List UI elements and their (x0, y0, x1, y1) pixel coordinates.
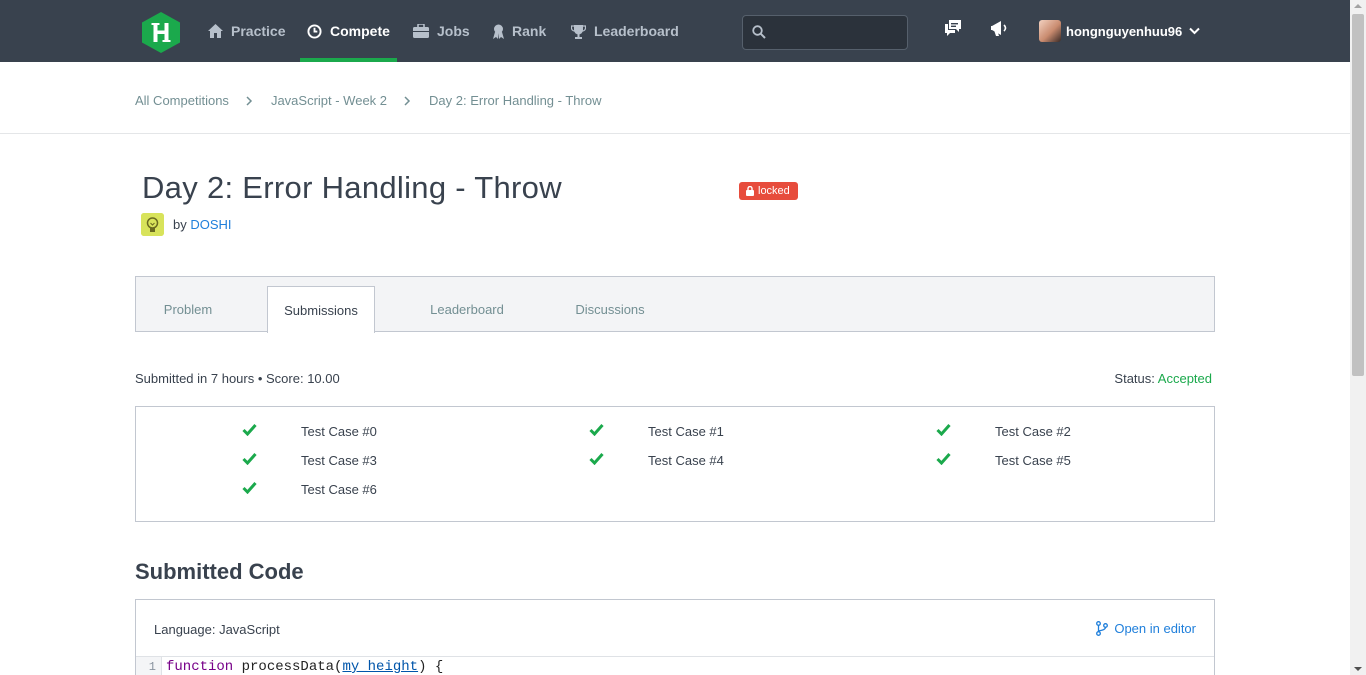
breadcrumb-bar: All Competitions JavaScript - Week 2 Day… (0, 62, 1350, 134)
locked-badge: locked (739, 182, 798, 200)
code-header: Language: JavaScript Open in editor (136, 600, 1214, 657)
challenge-tabs: Problem Submissions Leaderboard Discussi… (135, 276, 1215, 333)
nav-rank[interactable]: Rank (493, 0, 546, 62)
scrollbar-thumb[interactable] (1352, 14, 1364, 376)
chevron-right-icon (404, 95, 411, 106)
nav-jobs-label: Jobs (437, 23, 470, 39)
test-case-label: Test Case #6 (301, 482, 377, 497)
test-case-label: Test Case #4 (648, 453, 724, 468)
code-param: my_height (342, 659, 419, 675)
clock-icon (307, 23, 322, 39)
code-language: Language: JavaScript (154, 622, 280, 637)
test-case-label: Test Case #2 (995, 424, 1071, 439)
notifications-button[interactable] (991, 20, 1009, 42)
breadcrumb-challenge[interactable]: Day 2: Error Handling - Throw (429, 93, 601, 108)
search-icon (752, 25, 766, 39)
check-icon (242, 453, 257, 465)
hackerrank-logo[interactable] (142, 12, 180, 53)
briefcase-icon (413, 24, 429, 38)
chevron-down-icon (1189, 27, 1200, 35)
tab-leaderboard[interactable]: Leaderboard (408, 286, 526, 332)
chevron-right-icon (246, 95, 252, 106)
check-icon (242, 424, 257, 436)
scrollbar[interactable] (1350, 0, 1366, 675)
breadcrumb: All Competitions JavaScript - Week 2 Day… (135, 93, 601, 108)
code-line[interactable]: 1 function processData(my_height) { (136, 657, 1214, 675)
search-box[interactable] (742, 15, 908, 50)
home-icon (208, 24, 223, 38)
submission-status: Status: Accepted (1114, 371, 1212, 386)
nav-compete-label: Compete (330, 23, 390, 39)
user-menu[interactable]: hongnguyenhuu96 (1039, 19, 1200, 43)
search-input[interactable] (773, 22, 901, 44)
author-line: by DOSHI (173, 217, 232, 232)
messages-button[interactable] (944, 20, 962, 42)
scroll-down-arrow[interactable] (1354, 667, 1362, 671)
test-case-label: Test Case #0 (301, 424, 377, 439)
nav-practice-label: Practice (231, 23, 286, 39)
branch-icon (1096, 621, 1109, 636)
test-case-label: Test Case #5 (995, 453, 1071, 468)
check-icon (589, 424, 604, 436)
code-text: function processData(my_height) { (166, 659, 443, 675)
check-icon (242, 482, 257, 494)
nav-rank-label: Rank (512, 23, 547, 39)
test-case-label: Test Case #1 (648, 424, 724, 439)
ribbon-icon (493, 24, 504, 39)
line-number: 1 (136, 657, 162, 675)
page-title: Day 2: Error Handling - Throw (142, 170, 562, 205)
breadcrumb-contest[interactable]: JavaScript - Week 2 (271, 93, 387, 108)
avatar (1039, 20, 1061, 42)
locked-badge-label: locked (758, 185, 790, 197)
code-panel: Language: JavaScript Open in editor 1 fu… (135, 599, 1215, 675)
check-icon (936, 453, 951, 465)
lock-icon (746, 186, 754, 196)
nav-leaderboard-label: Leaderboard (594, 23, 679, 39)
nav-jobs[interactable]: Jobs (413, 0, 470, 62)
code-keyword: function (166, 659, 234, 675)
status-value: Accepted (1157, 371, 1212, 386)
test-case-label: Test Case #3 (301, 453, 377, 468)
username: hongnguyenhuu96 (1066, 23, 1183, 39)
megaphone-icon (991, 21, 1007, 36)
open-in-editor-label: Open in editor (1114, 621, 1196, 636)
status-label: Status: (1114, 371, 1155, 386)
code-end: ) { (418, 659, 444, 675)
nav-leaderboard[interactable]: Leaderboard (571, 0, 679, 62)
trophy-icon (571, 24, 586, 39)
chat-icon (945, 20, 961, 36)
author-prefix: by (173, 217, 187, 232)
nav-compete[interactable]: Compete (300, 0, 397, 62)
author-avatar (141, 213, 164, 236)
scroll-up-arrow[interactable] (1354, 4, 1362, 8)
submitted-code-heading: Submitted Code (135, 559, 304, 584)
test-cases-panel: Test Case #0 Test Case #1 Test Case #2 T… (135, 406, 1215, 522)
open-in-editor-link[interactable]: Open in editor (1096, 621, 1196, 636)
tab-submissions[interactable]: Submissions (267, 286, 375, 333)
breadcrumb-all-competitions[interactable]: All Competitions (135, 93, 229, 108)
check-icon (589, 453, 604, 465)
tab-problem[interactable]: Problem (136, 286, 240, 332)
tab-discussions[interactable]: Discussions (560, 286, 660, 332)
submission-info: Submitted in 7 hours • Score: 10.00 (135, 371, 340, 386)
check-icon (936, 424, 951, 436)
nav-practice[interactable]: Practice (208, 0, 285, 62)
code-function: processData( (233, 659, 343, 675)
author-link[interactable]: DOSHI (190, 217, 231, 232)
top-navigation: Practice Compete Jobs Rank Leaderboard h… (0, 0, 1350, 62)
